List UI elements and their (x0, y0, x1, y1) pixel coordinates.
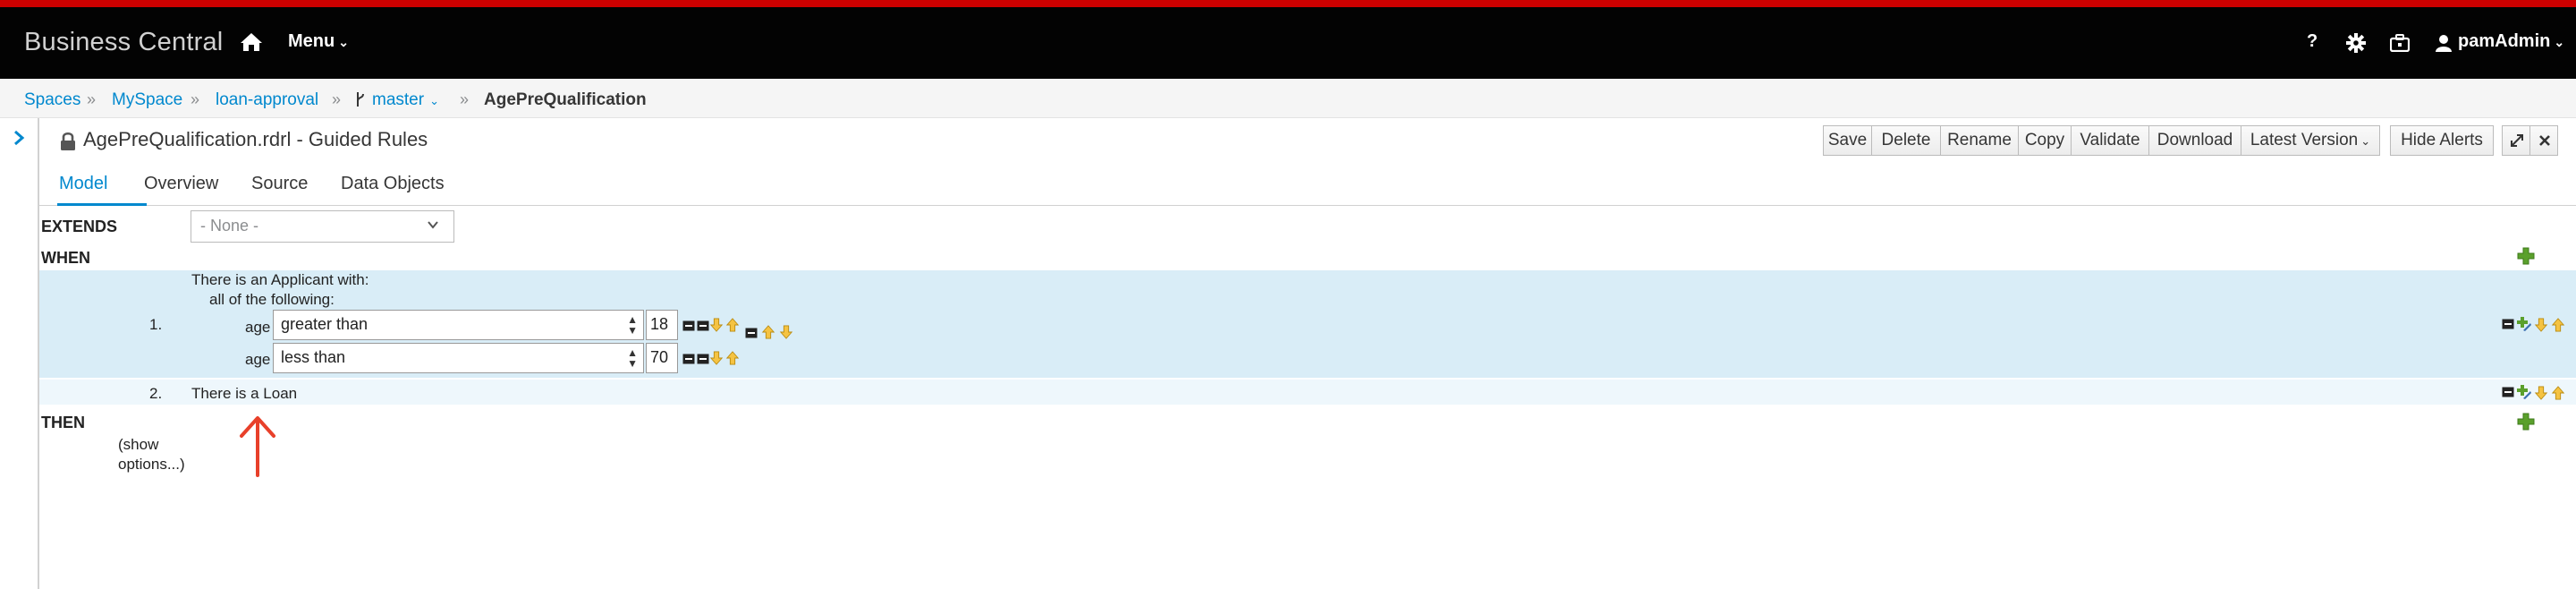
value-input[interactable]: 18 (646, 310, 678, 340)
arrow-down-icon[interactable] (709, 351, 724, 365)
extends-value: - None - (200, 217, 259, 235)
condition-header[interactable]: There is an Applicant with: (191, 271, 369, 289)
validate-button[interactable]: Validate (2071, 125, 2149, 156)
branch-label: master (372, 90, 425, 109)
briefcase-icon[interactable] (2390, 34, 2410, 52)
then-label: THEN (41, 414, 85, 431)
chevron-down-icon: ⌄ (338, 35, 349, 49)
arrow-up-icon[interactable] (761, 325, 775, 339)
close-button[interactable] (2529, 125, 2558, 156)
editor-tabs: Model Overview Source Data Objects (39, 165, 2576, 206)
breadcrumb-spaces[interactable]: Spaces (24, 90, 80, 110)
select-arrows-icon: ▲ ▼ (627, 346, 638, 370)
left-panel-strip (0, 118, 39, 589)
arrow-up-icon[interactable] (725, 318, 740, 332)
chevron-right-icon[interactable] (11, 129, 27, 147)
constraint-field: age (245, 351, 271, 368)
breadcrumb-branch[interactable]: master ⌄ (372, 90, 439, 110)
tab-source[interactable]: Source (251, 174, 308, 194)
arrow-down-icon[interactable] (709, 318, 724, 332)
show-options-line-2: options...) (118, 456, 185, 473)
remove-icon[interactable] (697, 354, 709, 364)
lock-icon (61, 132, 75, 150)
arrow-up-icon[interactable] (2551, 386, 2565, 400)
user-menu[interactable]: pamAdmin ⌄ (2458, 31, 2564, 52)
add-action-icon[interactable] (2517, 413, 2535, 431)
chevron-down-icon: ⌄ (429, 94, 439, 107)
operator-select[interactable]: less than ▲ ▼ (273, 343, 644, 373)
breadcrumb: Spaces » MySpace » loan-approval » maste… (0, 79, 2576, 118)
user-icon (2436, 35, 2452, 52)
top-accent-stripe (0, 0, 2576, 7)
operator-value: less than (281, 348, 346, 366)
breadcrumb-separator-icon: » (87, 90, 97, 108)
editor-title: AgePreQualification.rdrl - Guided Rules (83, 128, 428, 150)
show-options-line-1: (show (118, 436, 159, 453)
download-button[interactable]: Download (2148, 125, 2241, 156)
remove-icon[interactable] (682, 354, 695, 364)
condition-number: 1. (149, 316, 163, 333)
edit-pattern-icon[interactable] (2516, 384, 2532, 400)
remove-icon[interactable] (697, 320, 709, 331)
chevron-down-icon: ⌄ (2360, 134, 2371, 148)
when-label: WHEN (41, 249, 90, 267)
navbar: Business Central Menu ⌄ ? pamAdmin ⌄ (0, 7, 2576, 79)
select-arrows-icon: ▲ ▼ (627, 313, 638, 337)
tab-overview[interactable]: Overview (144, 174, 218, 194)
show-options-link[interactable]: (show options...) (118, 435, 185, 474)
tab-model[interactable]: Model (59, 174, 107, 194)
expand-icon (2511, 134, 2523, 147)
active-tab-indicator (57, 203, 147, 206)
arrow-up-icon[interactable] (2551, 318, 2565, 332)
latest-version-dropdown[interactable]: Latest Version ⌄ (2241, 125, 2380, 156)
latest-version-label: Latest Version (2250, 131, 2359, 149)
extends-select[interactable]: - None - (191, 210, 454, 243)
arrow-up-icon[interactable] (725, 351, 740, 365)
delete-button[interactable]: Delete (1871, 125, 1941, 156)
breadcrumb-separator-icon: » (460, 90, 470, 108)
condition-subheader[interactable]: all of the following: (209, 291, 335, 309)
breadcrumb-separator-icon: » (332, 90, 342, 108)
close-icon (2539, 135, 2550, 146)
arrow-down-icon[interactable] (779, 325, 793, 339)
branch-icon (357, 92, 364, 107)
menu-label: Menu (288, 31, 335, 51)
operator-value: greater than (281, 315, 369, 333)
arrow-down-icon[interactable] (2534, 386, 2548, 400)
arrow-down-icon[interactable] (2534, 318, 2548, 332)
tab-data-objects[interactable]: Data Objects (341, 174, 445, 194)
save-button[interactable]: Save (1823, 125, 1872, 156)
operator-select[interactable]: greater than ▲ ▼ (273, 310, 644, 340)
extends-label: EXTENDS (41, 218, 118, 235)
value-input[interactable]: 70 (646, 343, 678, 373)
condition-row-2 (39, 380, 2576, 405)
remove-pattern-icon[interactable] (2502, 387, 2514, 397)
user-name: pamAdmin (2458, 31, 2551, 51)
chevron-down-icon (428, 221, 438, 229)
home-icon[interactable] (240, 31, 263, 53)
breadcrumb-separator-icon: » (191, 90, 200, 108)
condition-header[interactable]: There is a Loan (191, 385, 297, 403)
menu-button[interactable]: Menu ⌄ (288, 31, 349, 52)
condition-number: 2. (149, 385, 163, 402)
remove-icon[interactable] (745, 328, 758, 338)
breadcrumb-current: AgePreQualification (484, 90, 647, 109)
remove-icon[interactable] (682, 320, 695, 331)
constraint-field: age (245, 319, 271, 336)
remove-pattern-icon[interactable] (2502, 319, 2514, 329)
chevron-down-icon: ⌄ (2554, 35, 2565, 49)
annotation-arrow-icon (240, 416, 275, 477)
edit-pattern-icon[interactable] (2516, 316, 2532, 332)
add-condition-icon[interactable] (2517, 247, 2535, 265)
gear-icon[interactable] (2346, 33, 2366, 53)
breadcrumb-project[interactable]: loan-approval (216, 90, 318, 110)
breadcrumb-myspace[interactable]: MySpace (112, 90, 182, 110)
help-button[interactable]: ? (2307, 31, 2318, 52)
maximize-button[interactable] (2502, 125, 2530, 156)
rename-button[interactable]: Rename (1940, 125, 2019, 156)
brand-title[interactable]: Business Central (24, 28, 223, 57)
hide-alerts-button[interactable]: Hide Alerts (2390, 125, 2494, 156)
copy-button[interactable]: Copy (2018, 125, 2072, 156)
